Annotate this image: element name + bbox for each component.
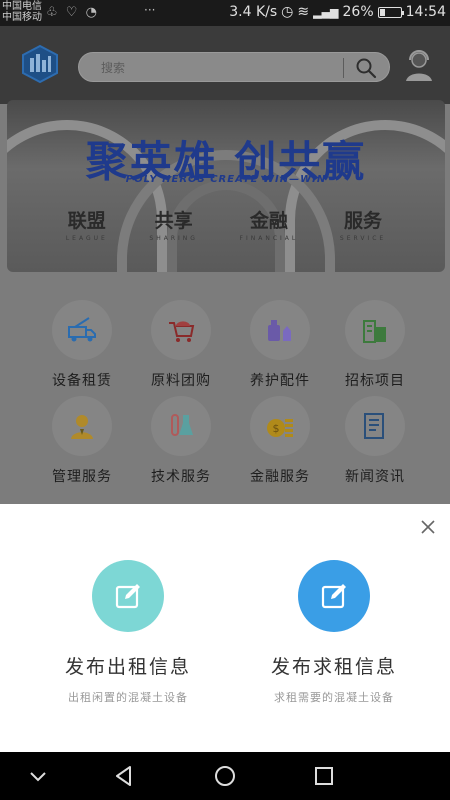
- category-label: 管理服务: [52, 469, 112, 485]
- net-speed: 3.4 K/s: [229, 4, 278, 20]
- coins-icon: $: [267, 419, 293, 437]
- bottles-icon: [268, 320, 291, 341]
- back-icon[interactable]: [112, 764, 136, 788]
- status-bar: 中国电信 中国移动 ♧ ♡ ◔ ··· 3.4 K/s ◷ ≋ ▂▄▆ 26% …: [0, 0, 450, 26]
- battery-fill: [379, 8, 385, 16]
- heart-icon: ♡: [65, 5, 80, 20]
- category-management-service[interactable]: 管理服务: [27, 396, 137, 486]
- category-label: 招标项目: [345, 373, 405, 389]
- category-label: 设备租赁: [52, 373, 112, 389]
- category-technical-service[interactable]: 技术服务: [126, 396, 236, 486]
- status-right: 3.4 K/s ◷ ≋ ▂▄▆ 26% 14:54: [229, 4, 446, 20]
- app-logo-icon[interactable]: [20, 44, 60, 84]
- system-nav-bar: [0, 752, 450, 800]
- category-label: 养护配件: [250, 373, 310, 389]
- wechat-icon: ◔: [85, 5, 99, 20]
- category-icon-bg: [151, 396, 211, 456]
- battery-icon: [377, 6, 404, 18]
- home-icon[interactable]: [213, 764, 237, 788]
- app-background: 聚英雄 创共赢 POLY HEROS CREATE WIN—WIN 联盟LEAG…: [0, 26, 450, 504]
- carrier-info: 中国电信 中国移动: [2, 1, 42, 23]
- category-icon-bg: [250, 300, 310, 360]
- category-icon-bg: [151, 300, 211, 360]
- carrier-1: 中国电信: [2, 1, 42, 12]
- publish-rent-out-button[interactable]: [92, 560, 164, 632]
- banner-word: 金融 FINANCIAL: [239, 210, 299, 242]
- publish-rent-request-button[interactable]: [298, 560, 370, 632]
- manager-icon: [71, 415, 93, 439]
- option-title: 发布求租信息: [270, 656, 397, 678]
- banner[interactable]: 聚英雄 创共赢 POLY HEROS CREATE WIN—WIN 联盟 LEAG…: [7, 100, 445, 272]
- category-icon-bg: [52, 300, 112, 360]
- publish-rent-out-option[interactable]: 发布出租信息 出租闲置的混凝土设备: [28, 560, 228, 705]
- category-icon-bg: [345, 300, 405, 360]
- category-icon-bg: $: [250, 396, 310, 456]
- chevron-down-icon[interactable]: [26, 764, 50, 788]
- carrier-2: 中国移动: [2, 12, 42, 23]
- category-equipment-rental[interactable]: 设备租赁: [27, 300, 137, 390]
- publish-rent-request-option[interactable]: 发布求租信息 求租需要的混凝土设备: [234, 560, 434, 705]
- cart-icon: [169, 321, 195, 342]
- category-label: 新闻资讯: [345, 469, 405, 485]
- notification-icons: ♧ ♡ ◔: [46, 5, 99, 20]
- option-title: 发布出租信息: [64, 656, 191, 678]
- clock: 14:54: [405, 4, 446, 20]
- buildings-icon: [363, 320, 386, 343]
- news-icon: [364, 413, 384, 439]
- category-financial-service[interactable]: $ 金融服务: [225, 396, 335, 486]
- close-icon[interactable]: [418, 517, 438, 537]
- category-label: 技术服务: [151, 469, 211, 485]
- banner-word: 联盟 LEAGUE: [65, 210, 108, 242]
- svg-text:$: $: [273, 422, 280, 435]
- header: 聚英雄 创共赢 POLY HEROS CREATE WIN—WIN 联盟LEAG…: [0, 26, 450, 272]
- user-service-icon[interactable]: [404, 48, 434, 82]
- wifi-icon: ≋: [297, 4, 310, 20]
- signal-icon: ▂▄▆: [313, 5, 339, 19]
- banner-word: 服务 SERVICE: [339, 210, 387, 242]
- category-icon-bg: [52, 396, 112, 456]
- banner-words: 联盟 LEAGUE 共享 SHARING 金融 FINANCIAL 服务 SERVICE: [7, 206, 445, 242]
- more-notifications: ···: [144, 3, 156, 17]
- banner-subtitle: POLY HEROS CREATE WIN—WIN: [125, 174, 327, 185]
- category-maintenance-parts[interactable]: 养护配件: [225, 300, 335, 390]
- truck-icon: [68, 317, 96, 342]
- category-bidding-projects[interactable]: 招标项目: [320, 300, 430, 390]
- publish-sheet: 发布出租信息 出租闲置的混凝土设备 发布求租信息 求租需要的混凝土设备: [0, 504, 450, 752]
- qq-icon: ♧: [46, 5, 60, 20]
- banner-word: 共享 SHARING: [149, 210, 198, 242]
- category-label: 原料团购: [151, 373, 211, 389]
- alarm-icon: ◷: [281, 4, 294, 20]
- category-icon-bg: [345, 396, 405, 456]
- lab-icon: [171, 414, 193, 436]
- category-material-purchase[interactable]: 原料团购: [126, 300, 236, 390]
- edit-icon: [115, 584, 140, 609]
- search-divider: [343, 58, 344, 78]
- recent-apps-icon[interactable]: [312, 764, 336, 788]
- search-bar[interactable]: [78, 52, 390, 82]
- category-label: 金融服务: [250, 469, 310, 485]
- category-news[interactable]: 新闻资讯: [320, 396, 430, 486]
- edit-icon: [321, 584, 346, 609]
- option-description: 求租需要的混凝土设备: [274, 691, 394, 704]
- battery-percent: 26%: [342, 4, 374, 20]
- option-description: 出租闲置的混凝土设备: [68, 691, 188, 704]
- search-icon[interactable]: [355, 57, 377, 79]
- search-input[interactable]: [101, 58, 341, 78]
